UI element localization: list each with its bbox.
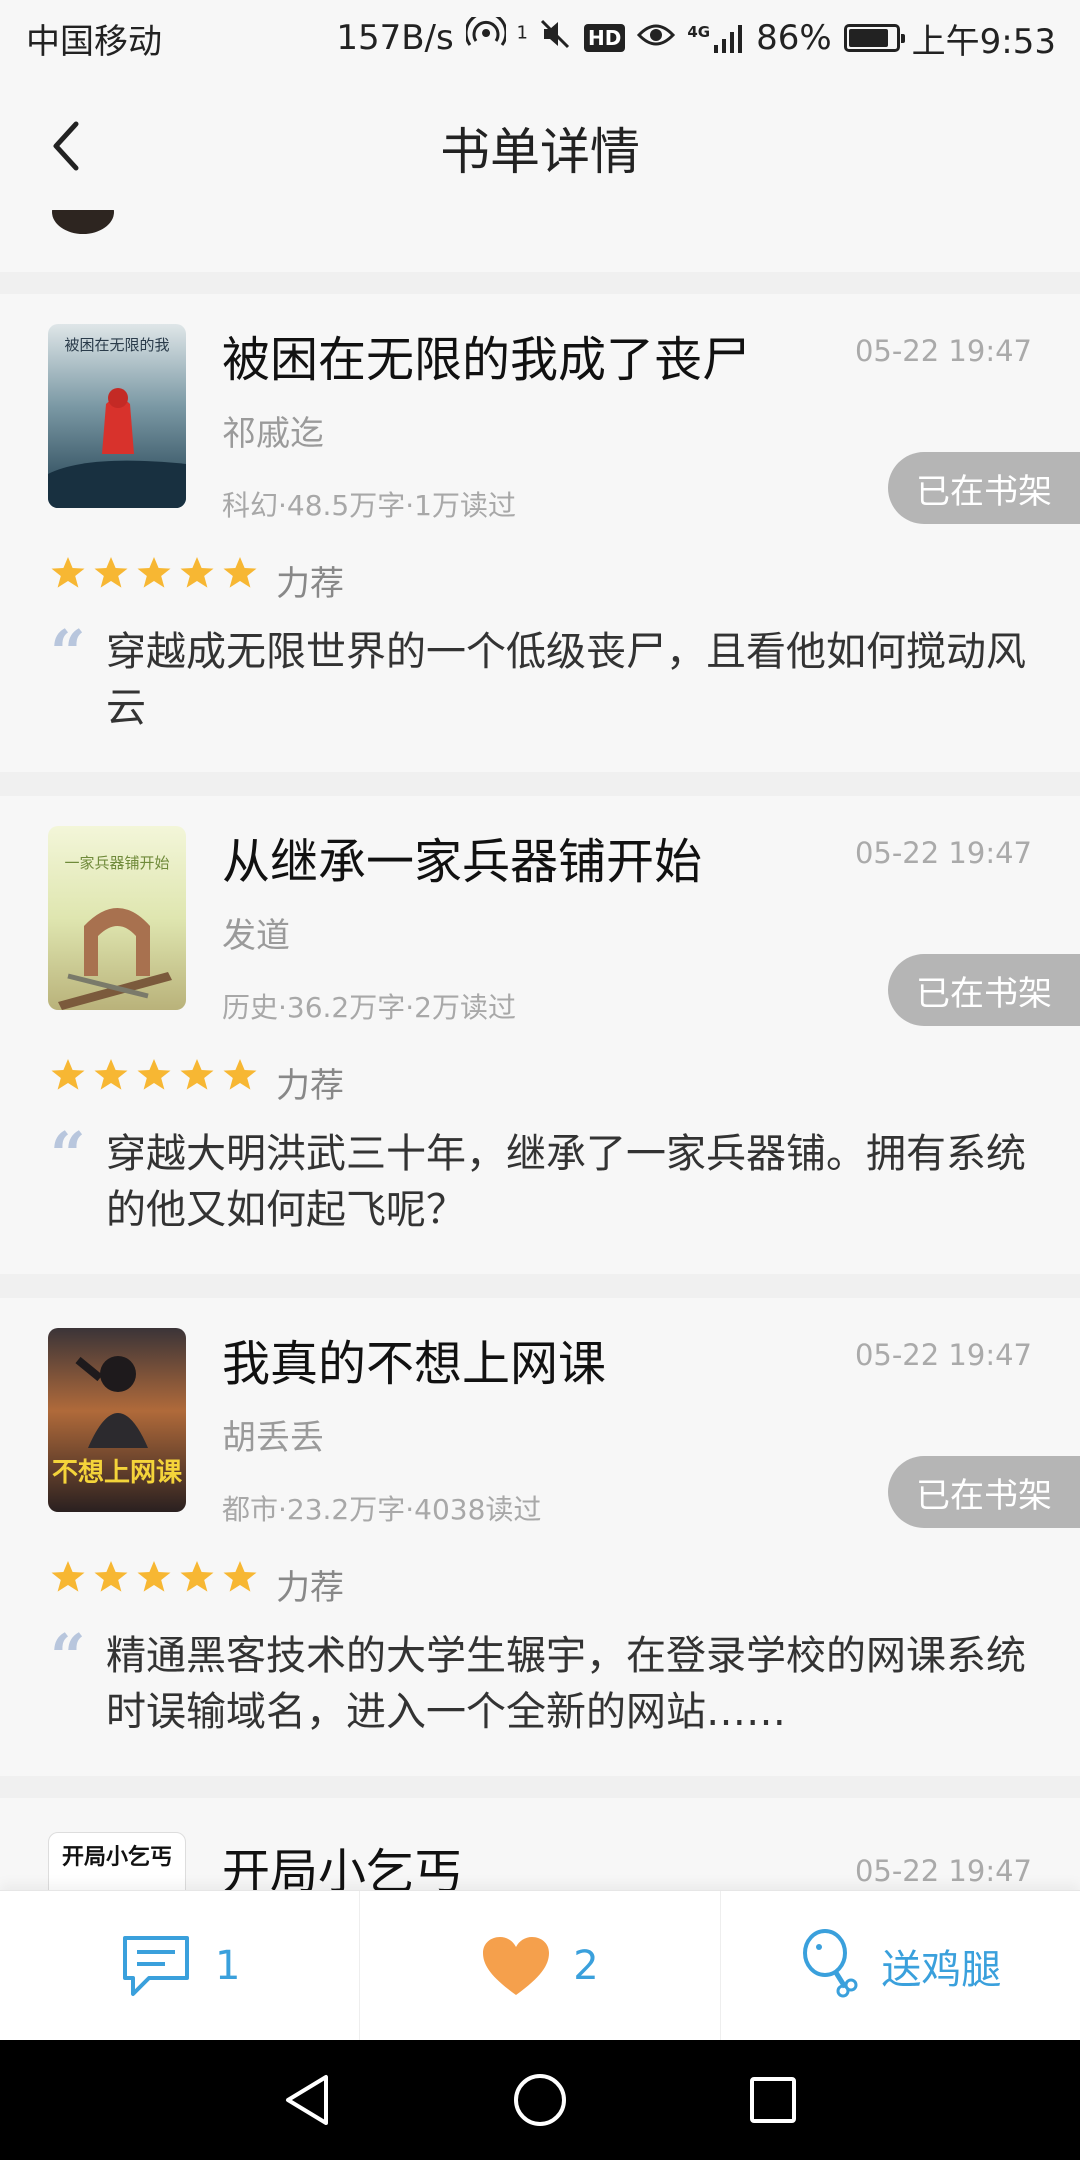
like-button[interactable]: 2 <box>360 1891 721 2040</box>
star-icon <box>94 1561 128 1592</box>
square-recent-icon <box>750 2077 797 2123</box>
nav-recent-button[interactable] <box>743 2070 803 2130</box>
net-speed: 157B/s <box>336 18 454 58</box>
book-time: 05-22 19:47 <box>854 836 1032 870</box>
book-title[interactable]: 开局小乞丐 <box>222 1832 462 1890</box>
book-meta: 都市·23.2万字·4038读过 <box>222 1493 542 1526</box>
drumstick-icon <box>803 1928 858 1997</box>
heart-icon <box>483 1936 550 1995</box>
book-author: 祁戚迄 <box>222 414 324 454</box>
book-description: 穿越大明洪武三十年，继承了一家兵器铺。拥有系统的他又如何起飞呢？ <box>106 1131 1026 1233</box>
triangle-back-icon <box>285 2075 328 2125</box>
star-rating <box>50 1560 258 1594</box>
book-card[interactable]: 一家兵器铺开始 从继承一家兵器铺开始 05-22 19:47 发道 历史·36.… <box>0 796 1080 1274</box>
star-icon <box>180 1561 214 1592</box>
battery-icon <box>843 24 905 52</box>
star-icon <box>137 1059 171 1090</box>
book-title[interactable]: 从继承一家兵器铺开始 <box>222 822 702 892</box>
quote-icon: “ <box>50 1620 86 1693</box>
app-header: 书单详情 <box>0 76 1080 210</box>
rating-label: 力荐 <box>276 564 344 604</box>
book-title[interactable]: 我真的不想上网课 <box>222 1324 606 1394</box>
previous-item-stub <box>0 210 1080 272</box>
book-cover[interactable]: 一家兵器铺开始 <box>48 826 186 1010</box>
star-icon <box>94 1059 128 1090</box>
cover-text: 开局小乞丐 <box>61 1844 172 1870</box>
star-icon <box>180 557 214 588</box>
bottom-action-bar: 1 2 送鸡腿 <box>0 1890 1080 2040</box>
gift-label: 送鸡腿 <box>881 1946 1002 1993</box>
eye-icon <box>637 18 676 58</box>
cover-text: 不想上网课 <box>51 1458 182 1488</box>
star-icon <box>51 1059 85 1090</box>
book-cover[interactable]: 被困在无限的我 <box>48 324 186 508</box>
battery-fill <box>848 29 889 47</box>
on-shelf-badge[interactable]: 已在书架 <box>888 1456 1080 1528</box>
book-cover[interactable]: 开局小乞丐 <box>48 1832 186 1890</box>
circle-home-icon <box>513 2074 566 2126</box>
quote-icon: “ <box>50 616 86 689</box>
star-icon <box>223 1561 257 1592</box>
star-icon <box>180 1059 214 1090</box>
nav-back-button[interactable] <box>277 2070 337 2130</box>
network-type: 4G <box>687 23 711 41</box>
status-icons: 157B/s 1 HD 4G 86% 上午9:53 <box>336 11 1056 63</box>
comment-icon <box>122 1935 189 1996</box>
comment-count: 1 <box>214 1942 241 1989</box>
star-icon <box>137 557 171 588</box>
rating-label: 力荐 <box>276 1066 344 1106</box>
page-title: 书单详情 <box>440 123 640 181</box>
like-count: 2 <box>573 1942 599 1989</box>
book-description: 穿越成无限世界的一个低级丧尸，且看他如何搅动风云 <box>106 629 1026 731</box>
star-icon <box>51 1561 85 1592</box>
star-rating <box>50 1058 258 1092</box>
book-meta: 历史·36.2万字·2万读过 <box>222 991 516 1024</box>
book-description: 精通黑客技术的大学生辗宇，在登录学校的网课系统时误输域名，进入一个全新的网站…… <box>106 1633 1026 1735</box>
clock: 上午9:53 <box>911 21 1056 62</box>
signal-icon: 4G <box>687 23 744 53</box>
status-bar: 中国移动 157B/s 1 HD 4G 86% 上午9:53 <box>0 0 1080 76</box>
book-card-partial[interactable]: 开局小乞丐 开局小乞丐 05-22 19:47 <box>0 1798 1080 1890</box>
avatar <box>52 210 114 234</box>
on-shelf-badge[interactable]: 已在书架 <box>888 954 1080 1026</box>
quote-icon: “ <box>50 1118 86 1191</box>
carrier-label: 中国移动 <box>26 21 162 62</box>
star-icon <box>223 1059 257 1090</box>
comment-button[interactable]: 1 <box>0 1891 361 2040</box>
mute-icon <box>540 17 572 60</box>
book-time: 05-22 19:47 <box>854 1854 1032 1888</box>
book-meta: 科幻·48.5万字·1万读过 <box>222 489 516 522</box>
book-card[interactable]: 不想上网课 我真的不想上网课 05-22 19:47 胡丢丢 都市·23.2万字… <box>0 1298 1080 1776</box>
star-rating <box>50 556 258 590</box>
star-icon <box>94 557 128 588</box>
book-time: 05-22 19:47 <box>854 334 1032 368</box>
hotspot-count: 1 <box>516 22 528 44</box>
battery-percent: 86% <box>756 18 832 58</box>
nav-home-button[interactable] <box>510 2070 570 2130</box>
hd-icon: HD <box>583 24 626 52</box>
star-icon <box>51 557 85 588</box>
book-title[interactable]: 被困在无限的我成了丧尸 <box>222 320 750 390</box>
hotspot-icon: 1 <box>464 11 528 60</box>
send-gift-button[interactable]: 送鸡腿 <box>721 1891 1080 2040</box>
book-author: 胡丢丢 <box>222 1418 324 1458</box>
star-icon <box>137 1561 171 1592</box>
star-icon <box>223 557 257 588</box>
on-shelf-badge[interactable]: 已在书架 <box>888 452 1080 524</box>
book-cover[interactable]: 不想上网课 <box>48 1328 186 1512</box>
book-author: 发道 <box>222 916 290 956</box>
book-time: 05-22 19:47 <box>854 1338 1032 1372</box>
rating-label: 力荐 <box>276 1568 344 1608</box>
system-nav-bar <box>0 2040 1080 2160</box>
book-card[interactable]: 被困在无限的我 被困在无限的我成了丧尸 05-22 19:47 祁戚迄 科幻·4… <box>0 294 1080 772</box>
